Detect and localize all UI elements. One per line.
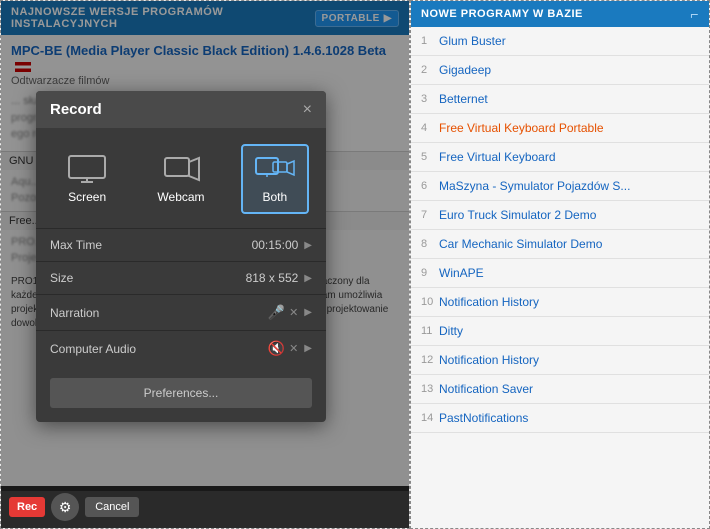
left-panel: NAJNOWSZE WERSJE PROGRAMÓW INSTALACYJNYC… [0,0,410,529]
record-option-webcam[interactable]: Webcam [143,144,218,214]
audio-label: Computer Audio [50,342,268,356]
list-item[interactable]: 8 Car Mechanic Simulator Demo [411,230,709,259]
webcam-label: Webcam [157,190,204,204]
setting-row-audio: Computer Audio 🔇 ✕ ▶ [36,330,326,366]
list-item[interactable]: 12 Notification History [411,346,709,375]
right-top-bar-text: NOWE PROGRAMY W BAZIE [421,8,583,20]
narration-label: Narration [50,306,268,320]
list-item[interactable]: 13 Notification Saver [411,375,709,404]
list-item[interactable]: 10 Notification History [411,288,709,317]
dialog-close-button[interactable]: × [303,102,312,118]
setting-row-narration: Narration 🎤 ✕ ▶ [36,294,326,330]
right-top-bar: NOWE PROGRAMY W BAZIE ⌐ [411,1,709,27]
record-options: Screen Webcam [36,128,326,224]
program-link[interactable]: MaSzyna - Symulator Pojazdów S... [439,179,630,193]
mic-icon[interactable]: 🎤 [268,304,285,321]
record-dialog: Record × Screen [36,91,326,422]
program-link[interactable]: Notification History [439,295,539,309]
program-link[interactable]: Free Virtual Keyboard [439,150,556,164]
webcam-icon [161,154,201,184]
narration-icons: 🎤 ✕ [268,304,299,321]
program-link[interactable]: Gigadeep [439,63,491,77]
program-link[interactable]: Betternet [439,92,488,106]
program-link[interactable]: Free Virtual Keyboard Portable [439,121,604,135]
maxtime-value: 00:15:00 [252,238,299,252]
narration-arrow[interactable]: ▶ [304,307,312,318]
list-item[interactable]: 1 Glum Buster [411,27,709,56]
gear-button[interactable]: ⚙ [51,493,79,521]
list-item[interactable]: 4 Free Virtual Keyboard Portable [411,114,709,143]
size-value: 818 x 552 [246,271,299,285]
record-option-screen[interactable]: Screen [53,144,121,214]
main-container: NAJNOWSZE WERSJE PROGRAMÓW INSTALACYJNYC… [0,0,710,529]
setting-row-size: Size 818 x 552 ▶ [36,261,326,294]
rec-button[interactable]: Rec [9,497,45,517]
dialog-title: Record [50,101,102,118]
corner-decoration: ⌐ [690,6,699,22]
dialog-header: Record × [36,91,326,128]
maxtime-label: Max Time [50,238,252,252]
program-link[interactable]: Car Mechanic Simulator Demo [439,237,602,251]
preferences-button[interactable]: Preferences... [50,378,312,408]
maxtime-arrow[interactable]: ▶ [304,240,312,251]
audio-divider: ✕ [289,342,298,355]
program-link[interactable]: Notification Saver [439,382,533,396]
list-item[interactable]: 9 WinAPE [411,259,709,288]
bottom-bar: Rec ⚙ Cancel [1,486,409,528]
program-link[interactable]: Notification History [439,353,539,367]
screen-icon [67,154,107,184]
gear-icon: ⚙ [59,499,72,516]
size-label: Size [50,271,246,285]
list-item[interactable]: 7 Euro Truck Simulator 2 Demo [411,201,709,230]
list-item[interactable]: 14 PastNotifications [411,404,709,433]
list-item[interactable]: 3 Betternet [411,85,709,114]
program-link[interactable]: PastNotifications [439,411,528,425]
size-arrow[interactable]: ▶ [304,273,312,284]
list-item[interactable]: 5 Free Virtual Keyboard [411,143,709,172]
program-link[interactable]: Ditty [439,324,463,338]
record-option-both[interactable]: Both [241,144,309,214]
cancel-button[interactable]: Cancel [85,497,139,517]
list-item[interactable]: 6 MaSzyna - Symulator Pojazdów S... [411,172,709,201]
program-link[interactable]: Glum Buster [439,34,506,48]
program-list: 1 Glum Buster 2 Gigadeep 3 Betternet 4 F… [411,27,709,433]
both-label: Both [263,190,288,204]
both-icon [255,154,295,184]
list-item[interactable]: 2 Gigadeep [411,56,709,85]
settings-section: Max Time 00:15:00 ▶ Size 818 x 552 ▶ Nar… [36,224,326,370]
screen-label: Screen [68,190,106,204]
program-link[interactable]: WinAPE [439,266,484,280]
setting-row-maxtime: Max Time 00:15:00 ▶ [36,228,326,261]
volume-mute-icon[interactable]: 🔇 [268,340,285,357]
right-panel: NOWE PROGRAMY W BAZIE ⌐ 1 Glum Buster 2 … [410,0,710,529]
audio-icons: 🔇 ✕ [268,340,299,357]
narration-divider: ✕ [289,306,298,319]
list-item[interactable]: 11 Ditty [411,317,709,346]
program-link[interactable]: Euro Truck Simulator 2 Demo [439,208,596,222]
audio-arrow[interactable]: ▶ [304,343,312,354]
